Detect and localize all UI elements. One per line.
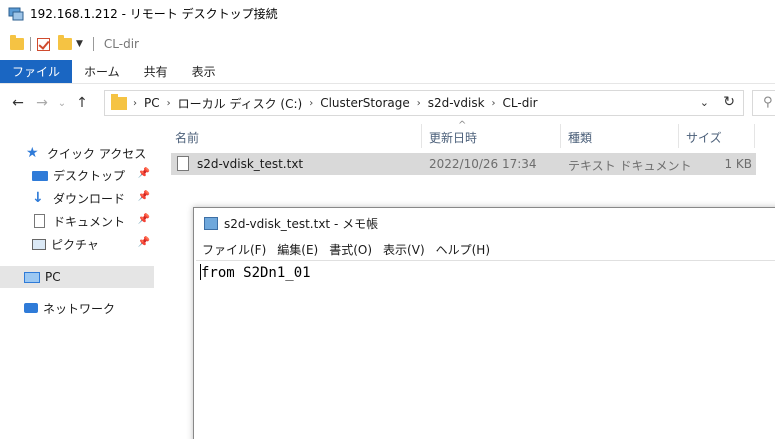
notepad-icon (204, 216, 218, 230)
notepad-title-bar[interactable]: s2d-vdisk_test.txt - メモ帳 (194, 208, 775, 238)
properties-check-icon[interactable] (37, 37, 50, 51)
recent-dropdown-icon[interactable]: ⌄ (52, 98, 72, 109)
nav-item-pc[interactable]: PC (0, 266, 154, 288)
nav-label: PC (45, 270, 61, 284)
back-arrow-icon[interactable]: ← (8, 95, 28, 111)
file-name: s2d-vdisk_test.txt (197, 157, 304, 171)
file-type: テキスト ドキュメント (568, 159, 692, 173)
tab-file[interactable]: ファイル (0, 60, 73, 83)
nav-label: ダウンロード (53, 191, 126, 206)
column-divider[interactable] (678, 124, 679, 148)
chevron-right-icon[interactable]: › (133, 98, 137, 109)
column-divider[interactable] (754, 124, 755, 148)
notepad-menu-bar: ファイル(F) 編集(E) 書式(O) 表示(V) ヘルプ(H) (194, 238, 775, 260)
nav-label: クイック アクセス (47, 146, 147, 161)
quick-access-dropdown-icon[interactable]: ▼ (76, 39, 83, 49)
chevron-right-icon[interactable]: › (417, 98, 421, 109)
refresh-icon[interactable]: ↻ (723, 94, 735, 110)
menu-format[interactable]: 書式(O) (329, 241, 372, 258)
column-modified[interactable]: 更新日時 (429, 129, 477, 146)
breadcrumb-local-disk[interactable]: ローカル ディスク (C:) (178, 95, 303, 112)
pin-icon[interactable]: 📌 (138, 168, 150, 179)
remote-desktop-icon (8, 7, 24, 21)
network-icon (24, 303, 38, 313)
table-row[interactable]: s2d-vdisk_test.txt 2022/10/26 17:34 テキスト… (171, 153, 756, 175)
notepad-window: s2d-vdisk_test.txt - メモ帳 ファイル(F) 編集(E) 書… (193, 207, 775, 439)
nav-item-pictures[interactable]: ピクチャ 📌 (32, 233, 156, 255)
address-bar[interactable]: › PC › ローカル ディスク (C:) › ClusterStorage ›… (104, 90, 744, 116)
computer-icon (24, 271, 40, 283)
file-size: 1 KB (724, 157, 752, 171)
breadcrumb-cl-dir[interactable]: CL-dir (503, 96, 538, 110)
pictures-icon (32, 238, 46, 250)
nav-label: ネットワーク (43, 301, 116, 316)
navigation-pane: ★ クイック アクセス デスクトップ 📌 ↓ ダウンロード 📌 ドキュメント 📌… (0, 118, 162, 439)
nav-item-downloads[interactable]: ↓ ダウンロード 📌 (32, 187, 156, 209)
tab-view[interactable]: 表示 (180, 60, 228, 83)
document-icon (34, 214, 45, 228)
chevron-down-icon[interactable]: ⌄ (700, 96, 709, 109)
menu-file[interactable]: ファイル(F) (202, 241, 266, 258)
nav-item-network[interactable]: ネットワーク (24, 297, 156, 319)
star-icon: ★ (26, 145, 39, 161)
pin-icon[interactable]: 📌 (138, 214, 150, 225)
ribbon-tabs: ファイル ホーム 共有 表示 (0, 60, 775, 84)
search-input[interactable]: ⚲ (752, 90, 775, 116)
column-name[interactable]: 名前 (175, 129, 199, 146)
nav-label: デスクトップ (53, 168, 126, 183)
nav-item-documents[interactable]: ドキュメント 📌 (32, 210, 156, 232)
chevron-right-icon[interactable]: › (492, 98, 496, 109)
divider (30, 37, 31, 51)
folder-icon (111, 93, 127, 110)
forward-arrow-icon[interactable]: → (32, 95, 52, 111)
column-divider[interactable] (421, 124, 422, 148)
chevron-right-icon[interactable]: › (167, 98, 171, 109)
address-row: ← → ⌄ ↑ › PC › ローカル ディスク (C:) › ClusterS… (0, 88, 775, 118)
breadcrumb-s2d-vdisk[interactable]: s2d-vdisk (428, 96, 485, 110)
nav-label: ドキュメント (53, 214, 126, 229)
file-modified: 2022/10/26 17:34 (429, 157, 537, 171)
search-icon: ⚲ (763, 95, 773, 110)
nav-quick-access[interactable]: ★ クイック アクセス (26, 142, 156, 164)
pin-icon[interactable]: 📌 (138, 191, 150, 202)
column-size[interactable]: サイズ (686, 129, 722, 146)
tab-share[interactable]: 共有 (132, 60, 180, 83)
notepad-content: from S2Dn1_01 (201, 265, 311, 281)
menu-edit[interactable]: 編集(E) (277, 241, 318, 258)
pin-icon[interactable]: 📌 (138, 237, 150, 248)
notepad-text-area[interactable]: from S2Dn1_01 (196, 260, 775, 439)
notepad-title: s2d-vdisk_test.txt - メモ帳 (224, 216, 379, 231)
chevron-right-icon[interactable]: › (309, 98, 313, 109)
breadcrumb-cluster-storage[interactable]: ClusterStorage (320, 96, 410, 110)
divider (92, 37, 94, 51)
nav-item-desktop[interactable]: デスクトップ 📌 (32, 164, 156, 186)
menu-help[interactable]: ヘルプ(H) (436, 241, 490, 258)
column-type[interactable]: 種類 (568, 129, 592, 146)
explorer-window-title: CL-dir (103, 37, 139, 51)
tab-home[interactable]: ホーム (72, 60, 132, 83)
rdp-title: 192.168.1.212 - リモート デスクトップ接続 (30, 7, 278, 21)
desktop-icon (32, 171, 48, 181)
nav-label: ピクチャ (51, 237, 99, 252)
column-divider[interactable] (560, 124, 561, 148)
rdp-title-bar: 192.168.1.212 - リモート デスクトップ接続 (0, 0, 775, 27)
text-file-icon (177, 156, 189, 171)
menu-view[interactable]: 表示(V) (383, 241, 425, 258)
breadcrumb-pc[interactable]: PC (144, 96, 160, 110)
new-folder-icon[interactable] (58, 35, 72, 50)
folder-icon (10, 35, 24, 50)
up-arrow-icon[interactable]: ↑ (72, 95, 92, 111)
file-list-header: ^ 名前 更新日時 種類 サイズ (170, 120, 775, 148)
download-icon: ↓ (32, 190, 44, 206)
explorer-title-bar: ▼ CL-dir (0, 30, 775, 58)
